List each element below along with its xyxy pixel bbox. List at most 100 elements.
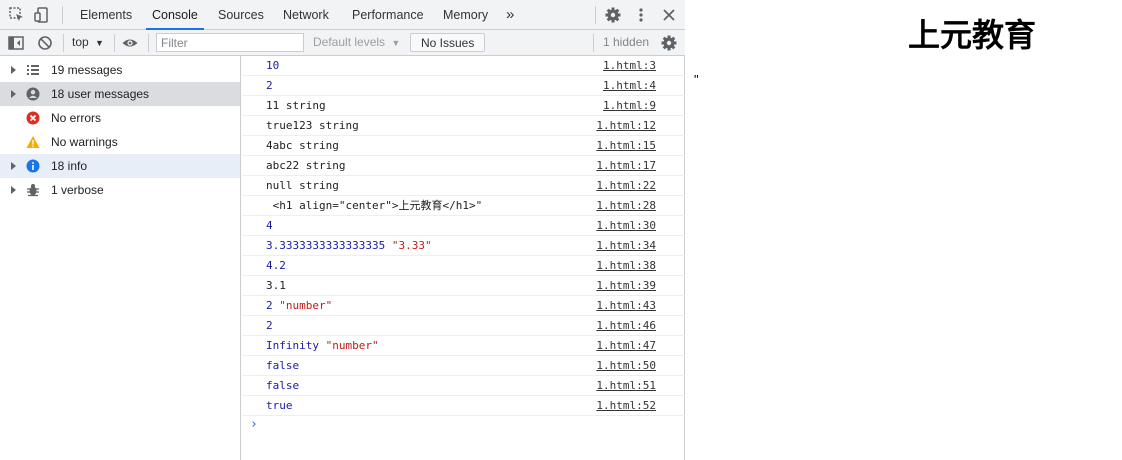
string-value: "number" <box>279 299 333 312</box>
console-prompt-icon[interactable]: › <box>250 417 258 432</box>
inspect-element-icon[interactable] <box>8 6 26 24</box>
divider <box>62 6 63 24</box>
expand-arrow-icon[interactable] <box>11 186 16 194</box>
sidebar-item-label: 18 info <box>51 159 88 173</box>
source-link[interactable]: 1.html:4 <box>603 76 656 96</box>
console-message-row: null string 1.html:22 <box>242 176 685 196</box>
console-message-row: 4 1.html:30 <box>242 216 685 236</box>
expand-arrow-icon[interactable] <box>11 66 16 74</box>
source-link[interactable]: 1.html:52 <box>596 396 656 416</box>
sidebar-toggle-icon[interactable] <box>7 34 25 52</box>
logged-value: false <box>266 359 300 372</box>
tab-performance[interactable]: Performance <box>352 0 424 29</box>
issues-button[interactable]: No Issues <box>410 33 486 52</box>
source-link[interactable]: 1.html:22 <box>596 176 656 196</box>
tab-console[interactable]: Console <box>146 0 204 30</box>
sidebar-item-label: No errors <box>51 111 102 125</box>
context-selector[interactable]: top ▼ <box>72 30 104 56</box>
console-message-text: 2 "number" <box>266 296 332 316</box>
console-message-row: 3.1 1.html:39 <box>242 276 685 296</box>
console-message-row: <h1 align="center">上元教育</h1>" 1.html:28 <box>242 196 685 216</box>
devtools-panel: Elements Console Sources Network Perform… <box>0 0 685 460</box>
logged-value: 10 <box>266 59 280 72</box>
console-toolbar: top ▼ Default levels ▼ No Issues 1 hidde… <box>0 30 685 56</box>
console-message-text: 11 string <box>266 96 326 116</box>
divider <box>148 34 149 52</box>
source-link[interactable]: 1.html:46 <box>596 316 656 336</box>
source-link[interactable]: 1.html:39 <box>596 276 656 296</box>
console-message-row: 2 "number" 1.html:43 <box>242 296 685 316</box>
tab-memory[interactable]: Memory <box>443 0 488 29</box>
source-link[interactable]: 1.html:47 <box>596 336 656 356</box>
source-link[interactable]: 1.html:17 <box>596 156 656 176</box>
kebab-menu-icon[interactable] <box>632 6 650 24</box>
console-message-row: 4abc string 1.html:15 <box>242 136 685 156</box>
context-label: top <box>72 35 89 49</box>
source-link[interactable]: 1.html:30 <box>596 216 656 236</box>
divider <box>593 34 594 52</box>
console-sidebar: 19 messages 18 user messages No errors N… <box>0 56 241 460</box>
console-message-row: abc22 string 1.html:17 <box>242 156 685 176</box>
divider <box>595 6 596 24</box>
sidebar-item-errors[interactable]: No errors <box>0 106 240 130</box>
log-levels-dropdown[interactable]: Default levels ▼ <box>313 30 400 56</box>
console-message-text: 4 <box>266 216 273 236</box>
logged-value: abc22 string <box>266 159 346 172</box>
logged-value: 4abc string <box>266 139 339 152</box>
console-message-row: false 1.html:51 <box>242 376 685 396</box>
console-message-row: true 1.html:52 <box>242 396 685 416</box>
source-link[interactable]: 1.html:28 <box>596 196 656 216</box>
sidebar-item-messages[interactable]: 19 messages <box>0 58 240 82</box>
source-link[interactable]: 1.html:51 <box>596 376 656 396</box>
source-link[interactable]: 1.html:15 <box>596 136 656 156</box>
logged-value: 3.3333333333333335 <box>266 239 392 252</box>
info-icon <box>26 159 40 173</box>
source-link[interactable]: 1.html:38 <box>596 256 656 276</box>
clear-console-icon[interactable] <box>36 34 54 52</box>
console-message-row: 2 1.html:4 <box>242 76 685 96</box>
more-tabs-icon[interactable]: » <box>506 0 514 29</box>
sidebar-item-info[interactable]: 18 info <box>0 154 240 178</box>
logged-value: 3.1 <box>266 279 286 292</box>
source-link[interactable]: 1.html:9 <box>603 96 656 116</box>
tab-sources[interactable]: Sources <box>218 0 264 29</box>
live-expression-eye-icon[interactable] <box>121 34 139 52</box>
console-message-row: 2 1.html:46 <box>242 316 685 336</box>
hidden-count: 1 hidden <box>603 35 650 49</box>
source-link[interactable]: 1.html:12 <box>596 116 656 136</box>
logged-value: 4 <box>266 219 273 232</box>
source-link[interactable]: 1.html:34 <box>596 236 656 256</box>
console-message-text: abc22 string <box>266 156 345 176</box>
logged-value: true123 string <box>266 119 359 132</box>
logged-value: 2 <box>266 319 273 332</box>
sidebar-item-user-messages[interactable]: 18 user messages <box>0 82 240 106</box>
page-text: " <box>694 72 699 87</box>
list-icon <box>27 65 39 75</box>
settings-gear-icon[interactable] <box>604 6 622 24</box>
console-settings-gear-icon[interactable] <box>660 34 678 52</box>
user-icon <box>26 87 40 101</box>
divider <box>114 34 115 52</box>
console-message-text: 2 <box>266 76 273 96</box>
console-message-text: Infinity "number" <box>266 336 379 356</box>
filter-input[interactable] <box>156 33 304 52</box>
close-icon[interactable] <box>660 6 678 24</box>
expand-arrow-icon[interactable] <box>11 90 16 98</box>
sidebar-item-verbose[interactable]: 1 verbose <box>0 178 240 202</box>
console-message-text: 3.1 <box>266 276 286 296</box>
tab-network[interactable]: Network <box>283 0 329 29</box>
page-heading: 上元教育 <box>908 16 1037 54</box>
expand-arrow-icon[interactable] <box>11 162 16 170</box>
sidebar-item-warnings[interactable]: No warnings <box>0 130 240 154</box>
console-messages[interactable]: 10 1.html:3 2 1.html:4 11 string 1.html:9 true… <box>242 56 685 460</box>
tab-elements[interactable]: Elements <box>80 0 132 29</box>
source-link[interactable]: 1.html:43 <box>596 296 656 316</box>
console-message-text: null string <box>266 176 339 196</box>
chevron-down-icon: ▼ <box>391 38 401 48</box>
source-link[interactable]: 1.html:50 <box>596 356 656 376</box>
device-toggle-icon[interactable] <box>33 6 51 24</box>
logged-value: 2 <box>266 79 273 92</box>
logged-value: <h1 align="center">上元教育</h1>" <box>266 199 483 212</box>
source-link[interactable]: 1.html:3 <box>603 56 656 76</box>
logged-value: null string <box>266 179 339 192</box>
